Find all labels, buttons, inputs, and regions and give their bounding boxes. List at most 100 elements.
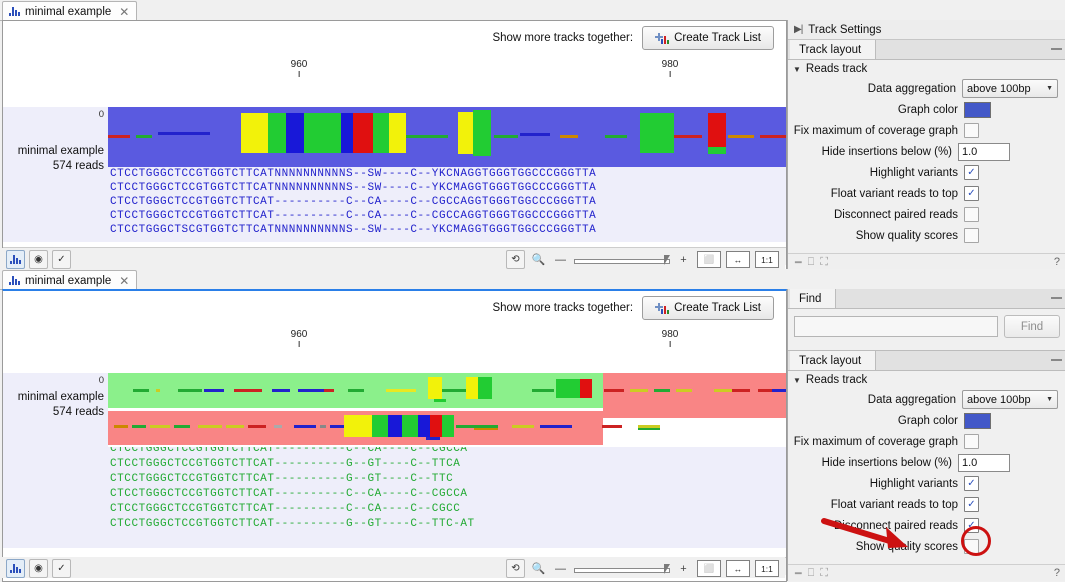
fix-max-coverage-checkbox[interactable] xyxy=(964,123,979,138)
disconnect-paired-reads-checkbox[interactable] xyxy=(964,207,979,222)
zoom-slider[interactable] xyxy=(574,564,670,574)
circle-clock-icon[interactable]: ◉ xyxy=(29,559,48,578)
collapse-icon[interactable] xyxy=(1051,48,1062,50)
close-icon[interactable]: ✕ xyxy=(119,275,129,287)
tab-minimal-example-bottom[interactable]: minimal example ✕ xyxy=(2,270,137,290)
magnifier-icon[interactable]: 🔍 xyxy=(530,252,547,268)
disconnect-paired-reads-checkbox[interactable]: ✓ xyxy=(964,518,979,533)
fit-width-icon[interactable]: ↔ xyxy=(726,251,750,268)
setting-label: Fix maximum of coverage graph xyxy=(794,436,958,448)
show-tracks-label: Show more tracks together: xyxy=(492,302,633,314)
top-coverage-track[interactable] xyxy=(108,107,786,167)
show-quality-scores-checkbox[interactable] xyxy=(964,539,979,554)
create-track-list-button[interactable]: Create Track List xyxy=(642,26,774,50)
close-icon[interactable]: ✕ xyxy=(119,6,129,18)
top-sequence-area[interactable]: CTCCTGGGCTCCGTGGTCTTCATNNNNNNNNNNS--SW--… xyxy=(108,167,786,242)
top-track-label-column: 0 minimal example 574 reads xyxy=(3,107,108,242)
setting-label: Disconnect paired reads xyxy=(834,520,958,532)
float-variant-reads-checkbox[interactable]: ✓ xyxy=(964,497,979,512)
fit-width-icon[interactable]: ↔ xyxy=(726,560,750,577)
bottom-reads-track[interactable] xyxy=(108,373,786,445)
highlight-variants-checkbox[interactable]: ✓ xyxy=(964,476,979,491)
section-tab-find[interactable]: Find xyxy=(790,289,836,308)
help-label[interactable]: ? xyxy=(1054,567,1060,579)
minimize-icon[interactable]: ━ xyxy=(795,256,802,269)
fix-max-coverage-checkbox[interactable] xyxy=(964,434,979,449)
section-tab-track-layout[interactable]: Track layout xyxy=(790,351,876,370)
folder-icon[interactable]: ⎕ xyxy=(808,567,815,580)
bottom-sequence-area[interactable]: CTCCTGGGCTCCGTGGTCTTCAT----------C--CA--… xyxy=(108,447,786,548)
help-label[interactable]: ? xyxy=(1054,256,1060,268)
hide-insertions-input[interactable]: 1.0 xyxy=(958,143,1010,161)
section-tab-track-layout[interactable]: Track layout xyxy=(790,40,876,59)
collapse-icon[interactable] xyxy=(1051,359,1062,361)
restore-icon[interactable]: ⛶ xyxy=(820,256,828,269)
setting-label: Data aggregation xyxy=(868,394,956,406)
highlight-variants-checkbox[interactable]: ✓ xyxy=(964,165,979,180)
fit-selection-icon[interactable]: ⬜ xyxy=(697,560,721,577)
bottom-side-footer: ━ ⎕ ⛶ ? xyxy=(788,564,1065,581)
zoom-in-button[interactable]: + xyxy=(675,561,692,577)
magnifier-icon[interactable]: 🔍 xyxy=(530,561,547,577)
one-to-one-button[interactable]: 1:1 xyxy=(755,560,779,577)
data-aggregation-dropdown[interactable]: above 100bp ▼ xyxy=(962,390,1058,409)
document-check-icon[interactable]: ✓ xyxy=(52,559,71,578)
chart-bar-icon[interactable] xyxy=(6,559,25,578)
one-to-one-button[interactable]: 1:1 xyxy=(755,251,779,268)
top-bottom-toolbar: ◉ ✓ ⟲ 🔍 — + ⬜ ↔ 1:1 xyxy=(2,248,785,269)
restore-icon[interactable]: ⛶ xyxy=(820,567,828,580)
ruler-tick: 980 xyxy=(662,59,679,77)
setting-disconnect-paired-reads: Disconnect paired reads ✓ xyxy=(788,515,1065,536)
pointer-arrow-icon[interactable]: ⟲ xyxy=(506,250,525,269)
collapse-icon[interactable] xyxy=(1051,297,1062,299)
track-layout-section-bar: Track layout xyxy=(788,350,1065,371)
expand-panel-icon[interactable]: ▶| xyxy=(794,24,802,35)
float-variant-reads-checkbox[interactable]: ✓ xyxy=(964,186,979,201)
setting-float-variant-reads: Float variant reads to top ✓ xyxy=(788,494,1065,515)
zoom-out-button[interactable]: — xyxy=(552,561,569,577)
bottom-ruler: 960 980 xyxy=(3,325,786,353)
ruler-tick-mark xyxy=(299,71,300,77)
track-list-icon xyxy=(655,302,668,314)
application-window: minimal example ✕ Show more tracks toget… xyxy=(0,0,1065,581)
find-input[interactable] xyxy=(794,316,998,337)
hide-insertions-input[interactable]: 1.0 xyxy=(958,454,1010,472)
data-aggregation-dropdown[interactable]: above 100bp ▼ xyxy=(962,79,1058,98)
chevron-down-icon: ▼ xyxy=(793,376,801,385)
folder-icon[interactable]: ⎕ xyxy=(808,256,815,269)
create-track-list-button[interactable]: Create Track List xyxy=(642,296,774,320)
pointer-arrow-icon[interactable]: ⟲ xyxy=(506,559,525,578)
setting-float-variant-reads: Float variant reads to top ✓ xyxy=(788,183,1065,204)
reads-track-group-header[interactable]: ▼ Reads track xyxy=(788,60,1065,78)
track-read-count: 574 reads xyxy=(53,160,104,172)
bottom-tabstrip: minimal example ✕ xyxy=(0,269,1065,290)
zoom-out-button[interactable]: — xyxy=(552,252,569,268)
top-track-toolbar: Show more tracks together: Create Track … xyxy=(3,21,786,55)
chart-bar-icon xyxy=(9,276,20,285)
coverage-zero-label: 0 xyxy=(99,109,104,120)
show-quality-scores-checkbox[interactable] xyxy=(964,228,979,243)
document-check-icon[interactable]: ✓ xyxy=(52,250,71,269)
setting-hide-insertions: Hide insertions below (%) 1.0 xyxy=(788,141,1065,162)
track-layout-section-bar: Track layout xyxy=(788,40,1065,60)
track-settings-header: ▶| Track Settings xyxy=(788,20,1065,40)
minimize-icon[interactable]: ━ xyxy=(795,567,802,580)
tab-minimal-example-top[interactable]: minimal example ✕ xyxy=(2,1,137,21)
setting-label: Show quality scores xyxy=(856,541,958,553)
reads-track-group-header[interactable]: ▼ Reads track xyxy=(788,371,1065,389)
graph-color-swatch[interactable] xyxy=(964,102,991,118)
fit-selection-icon[interactable]: ⬜ xyxy=(697,251,721,268)
sequence-line: CTCCTGGGCTCCGTGGTCTTCATNNNNNNNNNNS--SW--… xyxy=(110,168,596,180)
circle-clock-icon[interactable]: ◉ xyxy=(29,250,48,269)
setting-label: Disconnect paired reads xyxy=(834,209,958,221)
setting-hide-insertions: Hide insertions below (%) 1.0 xyxy=(788,452,1065,473)
graph-color-swatch[interactable] xyxy=(964,413,991,429)
zoom-in-button[interactable]: + xyxy=(675,252,692,268)
find-button[interactable]: Find xyxy=(1004,315,1060,338)
zoom-slider[interactable] xyxy=(574,255,670,265)
setting-label: Graph color xyxy=(898,415,958,427)
ruler-tick-label: 980 xyxy=(662,59,679,70)
top-ruler: 960 980 xyxy=(3,55,786,83)
tab-label: minimal example xyxy=(25,6,111,18)
chart-bar-icon[interactable] xyxy=(6,250,25,269)
